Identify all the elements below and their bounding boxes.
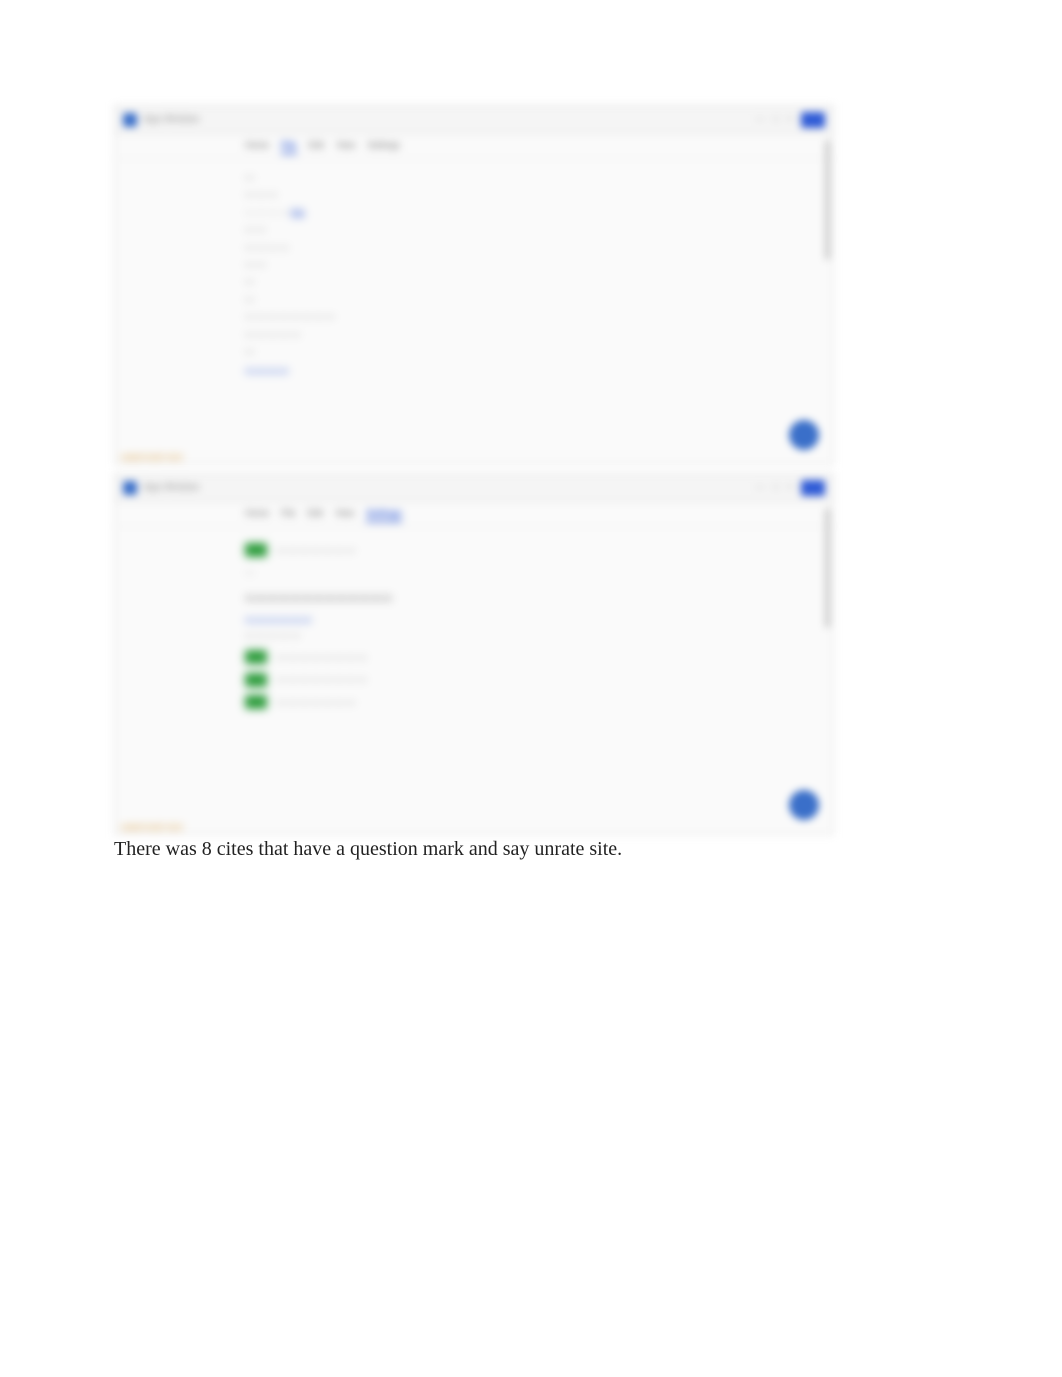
floating-action-button bbox=[789, 790, 819, 820]
text-line: — — — — — — — — bbox=[245, 309, 703, 323]
text-line: — — — — bbox=[245, 240, 703, 254]
rating-badge-icon bbox=[245, 543, 267, 557]
result-text: — — — — — — — — — — — — — bbox=[245, 588, 392, 602]
watermark-text: watermark text bbox=[115, 452, 183, 462]
window-titlebar: App Window — □ × bbox=[115, 106, 833, 134]
tab-0: Home bbox=[245, 508, 269, 522]
result-text: — — — — — — — bbox=[277, 695, 355, 709]
floating-action-button bbox=[789, 420, 819, 450]
scrollbar bbox=[825, 140, 830, 260]
text-line: — — — — — bbox=[245, 327, 703, 341]
tab-1: File bbox=[281, 508, 296, 522]
result-row: — — — — — — — bbox=[245, 543, 703, 557]
text-line: — bbox=[245, 170, 703, 184]
app-icon bbox=[123, 481, 137, 495]
text-line: — bbox=[245, 344, 703, 358]
maximize-icon: □ bbox=[773, 482, 779, 493]
blurred-screenshot-1: App Window — □ × Home File Edit View Set… bbox=[114, 105, 834, 465]
text-line: — bbox=[245, 565, 703, 579]
accent-tab bbox=[801, 480, 825, 496]
tab-3: View bbox=[335, 508, 354, 522]
window-titlebar: App Window — □ × bbox=[115, 474, 833, 502]
accent-tab bbox=[801, 112, 825, 128]
maximize-icon: □ bbox=[773, 114, 779, 125]
tab-row: Home File Edit View Settings bbox=[115, 134, 833, 159]
window-controls: — □ × bbox=[755, 112, 825, 128]
window-controls: — □ × bbox=[755, 480, 825, 496]
text-line: — bbox=[245, 292, 703, 306]
rating-badge-icon bbox=[245, 673, 267, 687]
text-line: — — — — link bbox=[245, 205, 703, 219]
window-title: App Window bbox=[143, 114, 199, 125]
minimize-icon: — bbox=[755, 114, 765, 125]
watermark-text: watermark text bbox=[115, 822, 183, 832]
tab-4: Settings bbox=[366, 508, 402, 522]
result-text: — — — — — — — bbox=[277, 543, 355, 557]
close-icon: × bbox=[787, 482, 793, 493]
tab-row: Home File Edit View Settings bbox=[115, 502, 833, 527]
tab-3: View bbox=[336, 140, 355, 154]
text-line: — — — — — bbox=[245, 628, 703, 642]
text-line: — — bbox=[245, 222, 703, 236]
scrollbar bbox=[825, 508, 830, 628]
result-row: — — — — — — — — bbox=[245, 672, 703, 686]
tab-1: File bbox=[281, 140, 297, 154]
result-row: — — — — — — — — — — — — — bbox=[245, 588, 703, 602]
text-line: — — — — bbox=[245, 361, 703, 375]
text-line: — — — bbox=[245, 187, 703, 201]
tab-2: Edit bbox=[308, 508, 324, 522]
content-area: — — — — — — — — link — — — — — — — — — —… bbox=[115, 159, 833, 387]
result-row: — — — — — — — — bbox=[245, 650, 703, 664]
content-area: — — — — — — — — — — — — — — — — — — — — … bbox=[115, 527, 833, 725]
result-text: — — — — — — — — bbox=[277, 672, 367, 686]
tab-2: Edit bbox=[309, 140, 325, 154]
window-title: App Window bbox=[143, 482, 199, 493]
tab-0: Home bbox=[245, 140, 269, 154]
result-text: — — — — — — — — bbox=[277, 650, 367, 664]
rating-badge-icon bbox=[245, 695, 267, 709]
link-text: link bbox=[291, 207, 305, 217]
app-icon bbox=[123, 113, 137, 127]
close-icon: × bbox=[787, 114, 793, 125]
tab-4: Settings bbox=[367, 140, 400, 154]
text-line: — — bbox=[245, 257, 703, 271]
text-line: — — — — — — bbox=[245, 610, 703, 624]
blurred-screenshot-2: App Window — □ × Home File Edit View Set… bbox=[114, 473, 834, 835]
result-row: — — — — — — — bbox=[245, 695, 703, 709]
caption-text: There was 8 cites that have a question m… bbox=[114, 838, 622, 861]
text-line: — bbox=[245, 274, 703, 288]
rating-badge-icon bbox=[245, 650, 267, 664]
minimize-icon: — bbox=[755, 482, 765, 493]
